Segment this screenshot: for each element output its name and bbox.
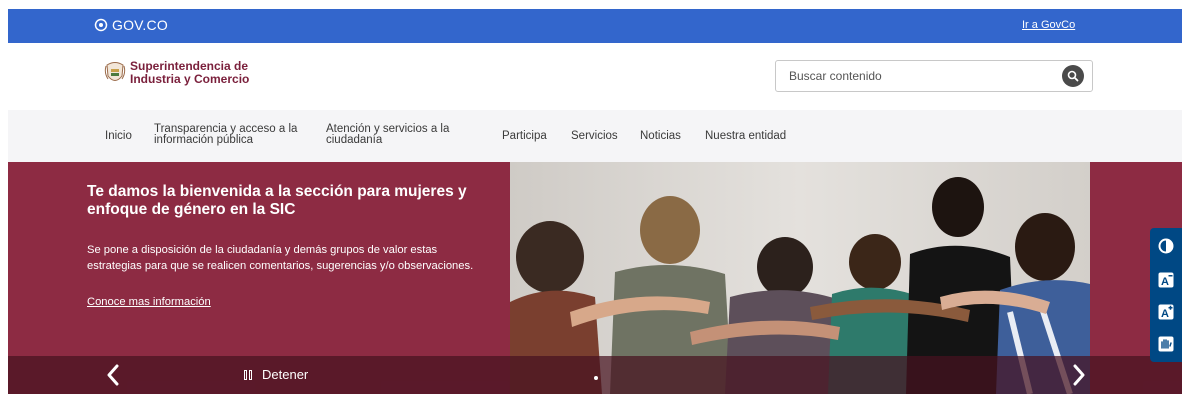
govco-logo[interactable]: GOV.CO: [94, 17, 168, 33]
hero-description: Se pone a disposición de la ciudadanía y…: [87, 244, 474, 272]
pause-label: Detener: [262, 367, 309, 382]
contrast-button[interactable]: [1158, 238, 1174, 254]
pause-icon: [244, 369, 254, 380]
sign-language-icon: [1158, 336, 1174, 352]
carousel-controls: Detener: [8, 356, 1182, 394]
learn-more-link[interactable]: Conoce mas información: [87, 296, 211, 308]
chevron-left-icon: [107, 364, 119, 386]
search-box: [775, 60, 1093, 92]
svg-text:A: A: [1161, 308, 1169, 320]
govco-bar: GOV.CO Ir a GovCo: [8, 9, 1182, 43]
next-slide-button[interactable]: [1072, 364, 1086, 391]
nav-item-label: ciudadanía: [326, 134, 383, 146]
chevron-right-icon: [1073, 364, 1085, 386]
page: GOV.CO Ir a GovCo Superintendencia de In…: [0, 0, 1182, 394]
font-decrease-icon: A: [1158, 272, 1174, 288]
svg-text:A: A: [1161, 276, 1169, 288]
brand-name: Superintendencia de Industria y Comercio: [130, 60, 249, 86]
search-input[interactable]: [776, 61, 1056, 91]
pause-button[interactable]: Detener: [244, 367, 308, 382]
ir-a-govco-link[interactable]: Ir a GovCo: [1022, 19, 1075, 31]
carousel-indicator[interactable]: [594, 376, 598, 380]
contrast-icon: [1158, 238, 1174, 254]
hero-title: Te damos la bienvenida a la sección para…: [87, 183, 467, 218]
search-icon: [1067, 70, 1079, 82]
nav-item-servicios[interactable]: Servicios: [571, 130, 618, 142]
accessibility-toolbar: A A: [1150, 228, 1182, 362]
font-decrease-button[interactable]: A: [1158, 272, 1174, 288]
nav-item-inicio[interactable]: Inicio: [105, 130, 132, 142]
brand-line-2: Industria y Comercio: [130, 72, 250, 86]
nav-item-label: información pública: [154, 134, 254, 146]
font-increase-icon: A: [1158, 304, 1174, 320]
govco-emblem-icon: [94, 18, 108, 32]
nav-item-atencion[interactable]: Atención y servicios a la ciudadanía: [326, 123, 449, 146]
nav-item-noticias[interactable]: Noticias: [640, 130, 681, 142]
nav-item-participa[interactable]: Participa: [502, 130, 547, 142]
govco-logo-text: GOV.CO: [112, 17, 168, 33]
site-header: Superintendencia de Industria y Comercio: [8, 43, 1182, 110]
search-button[interactable]: [1062, 65, 1084, 87]
nav-item-nuestra-entidad[interactable]: Nuestra entidad: [705, 130, 786, 142]
coat-of-arms-icon: [104, 62, 126, 81]
previous-slide-button[interactable]: [106, 364, 120, 391]
sign-language-button[interactable]: [1158, 336, 1174, 352]
font-increase-button[interactable]: A: [1158, 304, 1174, 320]
main-nav: Inicio Transparencia y acceso a la infor…: [8, 110, 1182, 162]
nav-item-transparencia[interactable]: Transparencia y acceso a la información …: [154, 123, 297, 146]
sic-logo[interactable]: Superintendencia de Industria y Comercio: [104, 60, 249, 86]
